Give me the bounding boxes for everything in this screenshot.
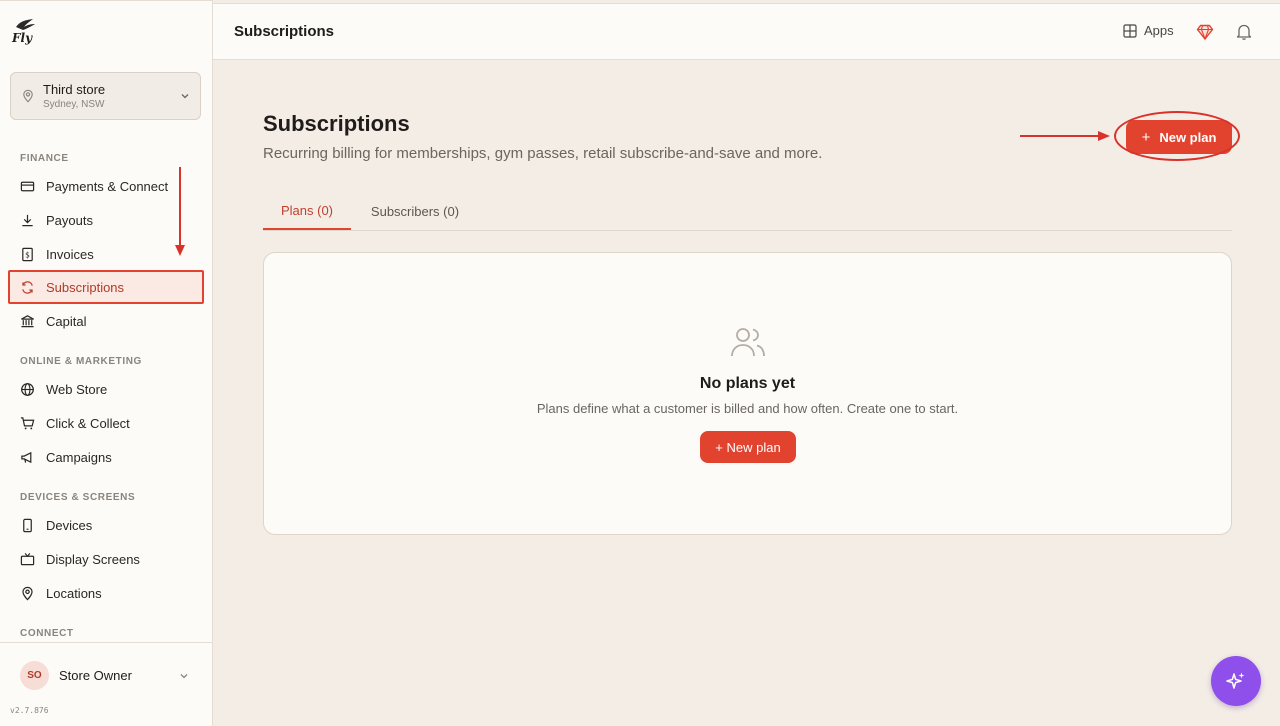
invoice-icon: $ [22, 247, 33, 261]
cart-icon [20, 416, 35, 429]
store-location: Sydney, NSW [43, 98, 105, 110]
sidebar-item-click-collect[interactable]: Click & Collect [8, 406, 204, 440]
sparkle-icon [1226, 672, 1245, 689]
sidebar-item-label: Locations [46, 585, 102, 601]
empty-new-plan-button[interactable]: + New plan [700, 431, 796, 463]
plus-icon: + [1141, 128, 1151, 146]
fly-logo[interactable]: Fly [12, 17, 38, 47]
sidebar-item-invoices[interactable]: $ Invoices [8, 237, 204, 271]
page-title: Subscriptions [263, 111, 410, 136]
section-label-finance: FINANCE [20, 153, 69, 164]
sidebar-item-label: Display Screens [46, 551, 140, 567]
apps-label: Apps [1144, 23, 1174, 38]
topbar-title: Subscriptions [234, 23, 335, 40]
top-bar: Subscriptions Apps [213, 3, 1280, 60]
bank-icon [21, 314, 34, 327]
apps-button[interactable]: Apps [1123, 23, 1174, 38]
sidebar-item-display-screens[interactable]: Display Screens [8, 542, 204, 576]
annotation-arrow-right [1020, 131, 1110, 141]
new-plan-button[interactable]: + New plan [1126, 120, 1232, 154]
sidebar-item-locations[interactable]: Locations [8, 576, 204, 610]
user-name: Store Owner [59, 668, 132, 683]
empty-state-title: No plans yet [699, 375, 796, 392]
sidebar-item-label: Payments & Connect [46, 178, 169, 194]
chevron-down-icon [180, 674, 188, 679]
sidebar-item-label: Capital [46, 313, 87, 329]
sidebar-item-label: Click & Collect [46, 415, 130, 431]
sidebar-item-devices[interactable]: Devices [8, 508, 204, 542]
tab-subscribers[interactable]: Subscribers (0) [355, 193, 475, 230]
gem-icon[interactable] [1196, 23, 1214, 41]
chevron-down-icon [181, 94, 189, 99]
sidebar-item-web-store[interactable]: Web Store [8, 372, 204, 406]
ai-assistant-button[interactable] [1211, 656, 1261, 706]
logo-text: Fly [12, 31, 33, 45]
sidebar-item-label: Subscriptions [46, 279, 125, 295]
empty-state-description: Plans define what a customer is billed a… [536, 401, 959, 416]
device-icon [23, 518, 32, 532]
section-label-devices-screens: DEVICES & SCREENS [20, 492, 136, 503]
sidebar-item-capital[interactable]: Capital [8, 304, 204, 338]
store-switcher[interactable]: Third store Sydney, NSW [10, 72, 201, 120]
sidebar-item-payments[interactable]: Payments & Connect [8, 169, 204, 203]
refresh-icon [22, 280, 33, 294]
avatar: SO [20, 661, 49, 690]
sidebar-item-label: Payouts [46, 212, 93, 228]
sidebar-item-label: Invoices [46, 246, 94, 262]
sidebar-item-subscriptions[interactable]: Subscriptions [8, 270, 204, 304]
bell-icon[interactable] [1236, 23, 1252, 41]
sidebar: Fly Third store Sydney, NSW FINANCE Paym… [0, 0, 213, 726]
pin-icon [22, 586, 33, 600]
sidebar-item-label: Web Store [46, 381, 108, 397]
sidebar-item-label: Campaigns [46, 449, 112, 465]
map-pin-icon [23, 89, 33, 103]
download-icon [22, 214, 33, 226]
page-subtitle: Recurring billing for memberships, gym p… [263, 145, 823, 162]
megaphone-icon [21, 451, 32, 463]
section-label-connect: CONNECT [20, 628, 74, 639]
tab-bar: Plans (0) Subscribers (0) [263, 193, 1232, 231]
users-icon [731, 328, 765, 357]
tv-icon [20, 552, 35, 565]
svg-text:$: $ [25, 250, 30, 259]
tab-plans[interactable]: Plans (0) [263, 193, 351, 230]
sidebar-item-campaigns[interactable]: Campaigns [8, 440, 204, 474]
user-menu[interactable]: SO Store Owner v2.7.876 [0, 642, 212, 726]
sidebar-item-payouts[interactable]: Payouts [8, 203, 204, 237]
empty-state-card: No plans yet Plans define what a custome… [263, 252, 1232, 535]
store-name: Third store [43, 81, 106, 97]
globe-icon [21, 382, 34, 396]
section-label-online-marketing: ONLINE & MARKETING [20, 356, 142, 367]
sidebar-item-label: Devices [46, 517, 93, 533]
card-icon [20, 181, 35, 191]
new-plan-label: New plan [1159, 129, 1217, 145]
app-version: v2.7.876 [10, 706, 49, 715]
grid-icon [1123, 23, 1137, 38]
